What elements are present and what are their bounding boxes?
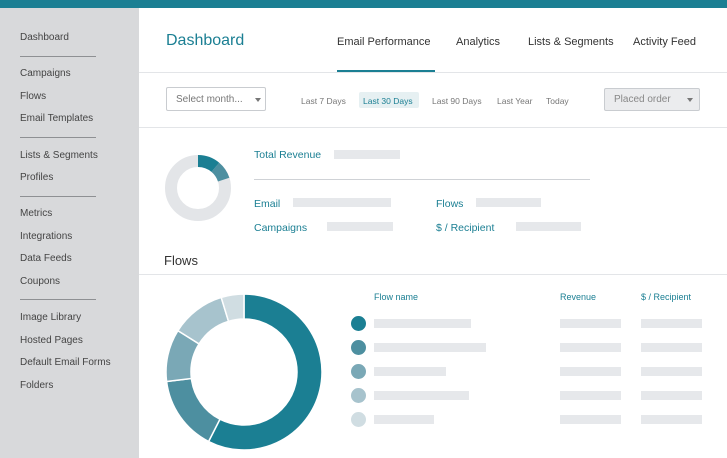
sidebar-divider — [20, 299, 96, 300]
flow-name-placeholder — [374, 343, 486, 352]
sidebar-divider — [20, 196, 96, 197]
per-recipient-placeholder — [641, 343, 702, 352]
chevron-down-icon — [687, 98, 693, 102]
per-recipient-placeholder — [641, 391, 702, 400]
revenue-placeholder — [560, 367, 621, 376]
sidebar-item-data-feeds[interactable]: Data Feeds — [20, 253, 72, 264]
flows-donut-chart — [165, 293, 323, 451]
sidebar-item-profiles[interactable]: Profiles — [20, 172, 53, 183]
revenue-placeholder — [560, 319, 621, 328]
sidebar-divider — [20, 137, 96, 138]
value-placeholder — [334, 150, 400, 159]
per-recipient-label: $ / Recipient — [436, 222, 495, 234]
total-revenue-donut — [165, 155, 231, 221]
header-divider — [139, 72, 727, 73]
sidebar-item-metrics[interactable]: Metrics — [20, 208, 52, 219]
revenue-placeholder — [560, 415, 621, 424]
column-header-flow-name[interactable]: Flow name — [374, 292, 418, 302]
per-recipient-placeholder — [641, 415, 702, 424]
flow-name-placeholder — [374, 367, 446, 376]
metric-select[interactable]: Placed order — [604, 88, 700, 111]
chevron-down-icon — [255, 98, 261, 102]
sidebar-item-email-templates[interactable]: Email Templates — [20, 113, 93, 124]
sidebar-item-campaigns[interactable]: Campaigns — [20, 68, 71, 79]
sidebar-item-lists-segments[interactable]: Lists & Segments — [20, 150, 98, 161]
month-select-value: Select month... — [176, 94, 243, 105]
sidebar-item-flows[interactable]: Flows — [20, 91, 46, 102]
range-last-year[interactable]: Last Year — [497, 96, 532, 106]
filter-divider — [139, 127, 727, 128]
tab-analytics[interactable]: Analytics — [456, 36, 500, 48]
series-color-dot — [351, 412, 366, 427]
tab-activity-feed[interactable]: Activity Feed — [633, 36, 696, 48]
sidebar-item-coupons[interactable]: Coupons — [20, 276, 60, 287]
flow-name-placeholder — [374, 415, 434, 424]
sidebar-item-hosted-pages[interactable]: Hosted Pages — [20, 335, 83, 346]
sidebar-item-integrations[interactable]: Integrations — [20, 231, 72, 242]
summary-divider — [254, 179, 590, 180]
section-divider — [139, 274, 727, 275]
range-today[interactable]: Today — [546, 96, 569, 106]
top-accent-bar — [0, 0, 727, 8]
series-color-dot — [351, 388, 366, 403]
revenue-placeholder — [560, 343, 621, 352]
tab-email-performance[interactable]: Email Performance — [337, 36, 431, 48]
month-select[interactable]: Select month... — [166, 87, 266, 111]
value-placeholder — [476, 198, 541, 207]
flows-label: Flows — [436, 198, 464, 210]
column-header-per-recipient[interactable]: $ / Recipient — [641, 292, 691, 302]
sidebar-item-folders[interactable]: Folders — [20, 380, 53, 391]
per-recipient-placeholder — [641, 367, 702, 376]
sidebar-item-image-library[interactable]: Image Library — [20, 312, 81, 323]
donut-segment — [211, 162, 230, 182]
sidebar-item-dashboard[interactable]: Dashboard — [20, 32, 69, 43]
flow-name-placeholder — [374, 319, 471, 328]
range-last-90-days[interactable]: Last 90 Days — [432, 96, 482, 106]
value-placeholder — [293, 198, 391, 207]
campaigns-label: Campaigns — [254, 222, 308, 234]
range-last-30-days[interactable]: Last 30 Days — [363, 96, 413, 106]
series-color-dot — [351, 316, 366, 331]
sidebar-divider — [20, 56, 96, 57]
donut-segment — [197, 155, 220, 173]
revenue-placeholder — [560, 391, 621, 400]
donut-segment — [165, 377, 221, 443]
sidebar-item-default-email-forms[interactable]: Default Email Forms — [20, 357, 111, 368]
column-header-revenue[interactable]: Revenue — [560, 292, 596, 302]
metric-select-value: Placed order — [614, 94, 671, 105]
value-placeholder — [327, 222, 393, 231]
flows-section-title: Flows — [164, 253, 198, 268]
flow-name-placeholder — [374, 391, 469, 400]
total-revenue-label: Total Revenue — [254, 149, 322, 161]
range-last-7-days[interactable]: Last 7 Days — [301, 96, 346, 106]
value-placeholder — [516, 222, 581, 231]
tab-lists-segments[interactable]: Lists & Segments — [528, 36, 614, 48]
series-color-dot — [351, 340, 366, 355]
per-recipient-placeholder — [641, 319, 702, 328]
series-color-dot — [351, 364, 366, 379]
email-label: Email — [254, 198, 281, 210]
page-title: Dashboard — [166, 32, 245, 49]
